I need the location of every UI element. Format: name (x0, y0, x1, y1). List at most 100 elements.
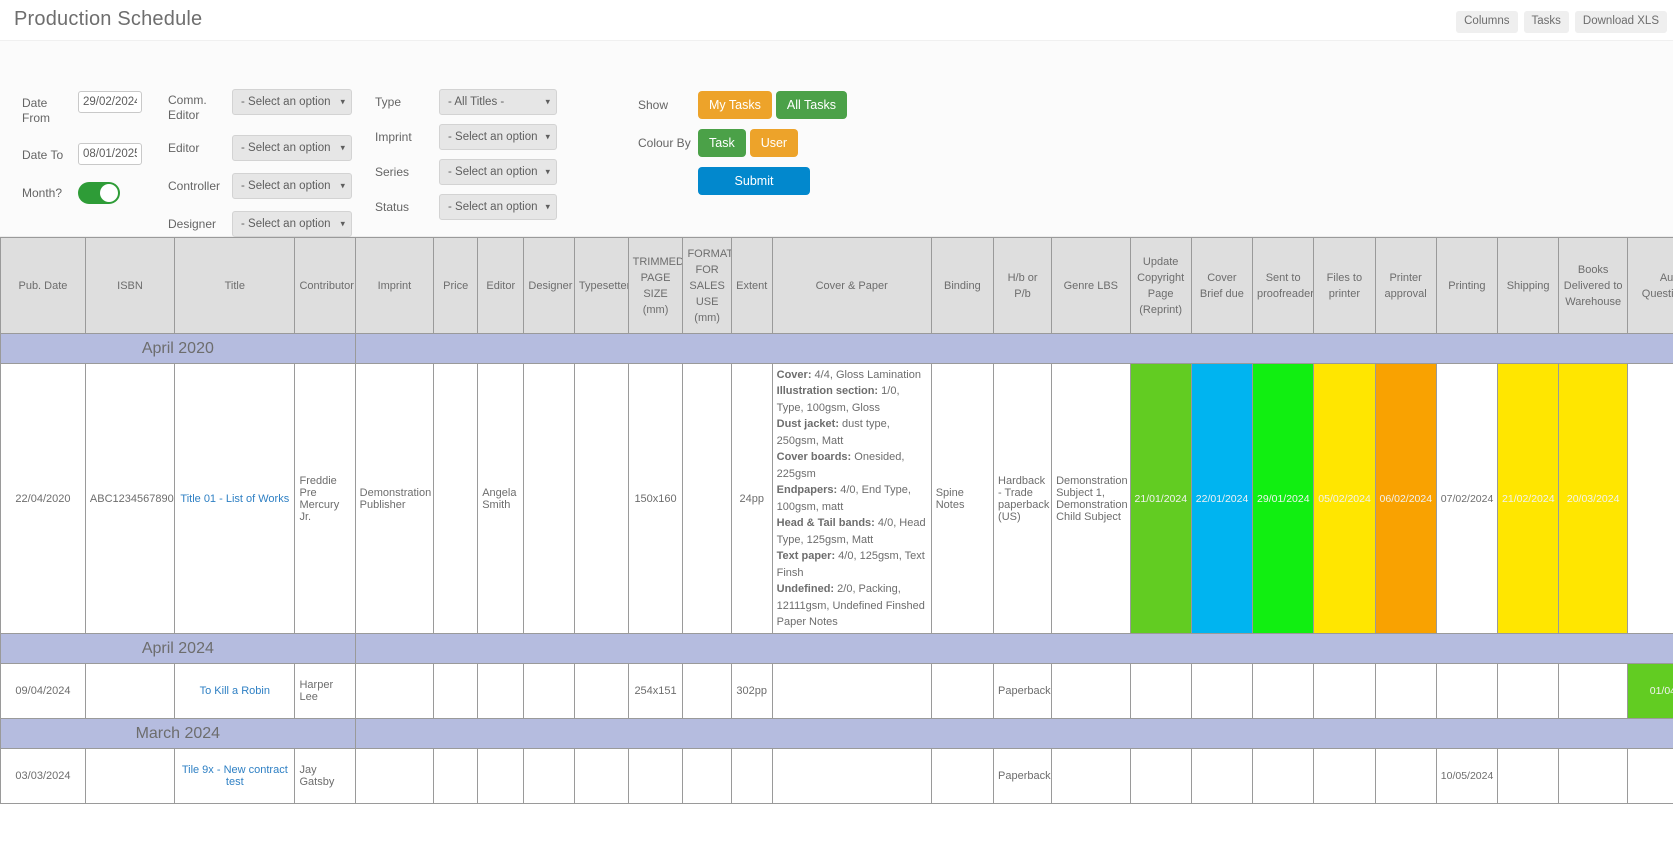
cell-task-books-delivered[interactable] (1559, 664, 1628, 719)
cell-hb-or-pb: Paperback (994, 749, 1052, 804)
show-label: Show (638, 91, 698, 113)
colour-by-user-button[interactable]: User (750, 129, 798, 157)
cell-task-printer-approval[interactable] (1375, 749, 1436, 804)
col-author-questionnaire[interactable]: Author Questionnaire (1628, 238, 1673, 334)
col-price[interactable]: Price (434, 238, 478, 334)
my-tasks-button[interactable]: My Tasks (698, 91, 772, 119)
month-separator-filler (355, 334, 1673, 364)
col-sent-to-proofreader[interactable]: Sent to proofreader (1253, 238, 1314, 334)
controller-select[interactable]: - Select an option - (232, 173, 352, 199)
status-select[interactable]: - Select an option - (439, 194, 557, 220)
col-books-delivered[interactable]: Books Delivered to Warehouse (1559, 238, 1628, 334)
designer-select[interactable]: - Select an option - (232, 211, 352, 237)
cell-task-books-delivered[interactable]: 20/03/2024 (1559, 364, 1628, 634)
production-schedule-page: Production Schedule Columns Tasks Downlo… (0, 0, 1673, 855)
cell-task-cover-brief-due[interactable] (1191, 664, 1252, 719)
status-label: Status (375, 194, 439, 215)
cell-task-sent-to-proofreader[interactable] (1253, 664, 1314, 719)
col-typesetter[interactable]: Typesetter (574, 238, 628, 334)
col-hb-or-pb[interactable]: H/b or P/b (994, 238, 1052, 334)
cell-task-files-to-printer[interactable] (1314, 749, 1375, 804)
col-update-copyright-page[interactable]: Update Copyright Page (Reprint) (1130, 238, 1191, 334)
cell-extent: 24pp (731, 364, 772, 634)
cell-task-author-questionnaire[interactable] (1628, 364, 1673, 634)
table-row[interactable]: 22/04/2020ABC1234567890Title 01 - List o… (1, 364, 1673, 634)
col-genre-lbs[interactable]: Genre LBS (1052, 238, 1130, 334)
cell-task-update-copyright[interactable] (1130, 749, 1191, 804)
cell-task-printing[interactable]: 10/05/2024 (1436, 749, 1497, 804)
col-editor[interactable]: Editor (478, 238, 524, 334)
cell-format-for-sales-use (683, 364, 731, 634)
cell-task-shipping[interactable] (1498, 664, 1559, 719)
submit-button[interactable]: Submit (698, 167, 810, 195)
col-cover-and-paper[interactable]: Cover & Paper (772, 238, 931, 334)
cell-task-shipping[interactable]: 21/02/2024 (1498, 364, 1559, 634)
cell-extent: 302pp (731, 664, 772, 719)
table-row[interactable]: 03/03/2024Tile 9x - New contract testJay… (1, 749, 1673, 804)
comm-editor-label: Comm. Editor (168, 89, 232, 123)
cell-task-cover-brief-due[interactable]: 22/01/2024 (1191, 364, 1252, 634)
col-files-to-printer[interactable]: Files to printer (1314, 238, 1375, 334)
col-trimmed-page-size[interactable]: TRIMMED PAGE SIZE (mm) (628, 238, 683, 334)
filter-column-actions: Show My Tasks All Tasks Colour By Task U… (638, 91, 847, 195)
month-label: April 2020 (1, 334, 356, 364)
col-designer[interactable]: Designer (524, 238, 575, 334)
cell-task-printing[interactable]: 07/02/2024 (1436, 364, 1497, 634)
designer-label: Designer (168, 211, 232, 232)
tasks-button[interactable]: Tasks (1524, 11, 1569, 33)
cell-task-printer-approval[interactable] (1375, 664, 1436, 719)
series-select[interactable]: - Select an option - (439, 159, 557, 185)
col-shipping[interactable]: Shipping (1498, 238, 1559, 334)
toggle-knob (100, 184, 118, 202)
cell-task-cover-brief-due[interactable] (1191, 749, 1252, 804)
cell-task-author-questionnaire[interactable]: 01/04/2024 (1628, 664, 1673, 719)
download-xls-button[interactable]: Download XLS (1575, 11, 1667, 33)
date-to-input[interactable] (78, 143, 142, 165)
comm-editor-select-wrap: - Select an option - ▾ (232, 89, 352, 115)
col-format-for-sales-use[interactable]: FORMAT FOR SALES USE (mm) (683, 238, 731, 334)
type-select[interactable]: - All Titles - (439, 89, 557, 115)
table-row[interactable]: 09/04/2024To Kill a RobinHarper Lee254x1… (1, 664, 1673, 719)
col-printing[interactable]: Printing (1436, 238, 1497, 334)
col-binding[interactable]: Binding (931, 238, 993, 334)
schedule-table-wrapper[interactable]: Pub. Date ISBN Title Contributor Imprint… (0, 237, 1673, 804)
col-extent[interactable]: Extent (731, 238, 772, 334)
cell-editor (478, 749, 524, 804)
date-from-input[interactable] (78, 91, 142, 113)
cell-task-files-to-printer[interactable] (1314, 664, 1375, 719)
col-cover-brief-due[interactable]: Cover Brief due (1191, 238, 1252, 334)
cell-task-sent-to-proofreader[interactable] (1253, 749, 1314, 804)
cell-task-books-delivered[interactable] (1559, 749, 1628, 804)
col-title[interactable]: Title (175, 238, 295, 334)
cell-task-printing[interactable] (1436, 664, 1497, 719)
cell-task-sent-to-proofreader[interactable]: 29/01/2024 (1253, 364, 1314, 634)
cell-task-update-copyright[interactable] (1130, 664, 1191, 719)
month-toggle[interactable] (78, 182, 120, 204)
col-isbn[interactable]: ISBN (85, 238, 174, 334)
cell-task-files-to-printer[interactable]: 05/02/2024 (1314, 364, 1375, 634)
cover-paper-line: Text paper: 4/0, 125gsm, Text Finsh (777, 548, 927, 581)
all-tasks-button[interactable]: All Tasks (776, 91, 847, 119)
editor-select[interactable]: - Select an option - (232, 135, 352, 161)
cover-paper-label: Text paper: (777, 550, 835, 562)
col-printer-approval[interactable]: Printer approval (1375, 238, 1436, 334)
top-bar: Production Schedule Columns Tasks Downlo… (0, 0, 1673, 40)
col-pub-date[interactable]: Pub. Date (1, 238, 86, 334)
cell-task-update-copyright[interactable]: 21/01/2024 (1130, 364, 1191, 634)
title-link[interactable]: Title 01 - List of Works (180, 493, 289, 505)
cell-task-author-questionnaire[interactable] (1628, 749, 1673, 804)
colour-by-task-button[interactable]: Task (698, 129, 746, 157)
col-contributor[interactable]: Contributor (295, 238, 355, 334)
cell-imprint (355, 664, 433, 719)
cover-paper-label: Cover: (777, 369, 812, 381)
imprint-select[interactable]: - Select an option - (439, 124, 557, 150)
columns-button[interactable]: Columns (1456, 11, 1517, 33)
comm-editor-select[interactable]: - Select an option - (232, 89, 352, 115)
title-link[interactable]: Tile 9x - New contract test (182, 764, 288, 788)
cell-task-shipping[interactable] (1498, 749, 1559, 804)
col-imprint[interactable]: Imprint (355, 238, 433, 334)
title-link[interactable]: To Kill a Robin (200, 685, 270, 697)
cover-paper-line: Undefined: 2/0, Packing, 12111gsm, Undef… (777, 581, 927, 631)
month-separator-row: March 2024 (1, 719, 1673, 749)
cell-task-printer-approval[interactable]: 06/02/2024 (1375, 364, 1436, 634)
